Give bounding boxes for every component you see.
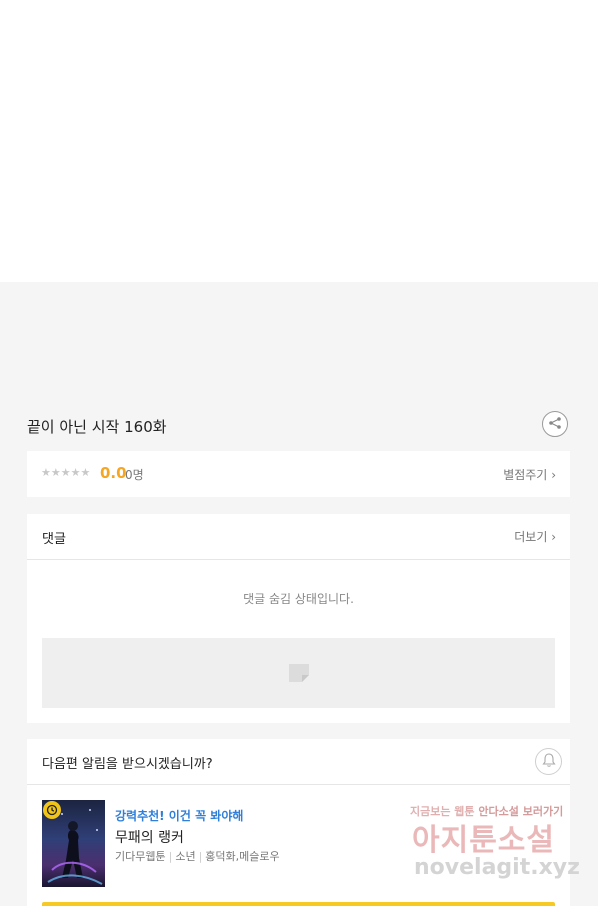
episode-title: 끝이 아닌 시작 160화 — [27, 418, 167, 436]
rating-votes: 0명 — [125, 468, 144, 482]
comment-header: 댓글 더보기 › — [27, 514, 570, 560]
comments-hidden-message: 댓글 숨김 상태입니다. — [243, 592, 354, 606]
rate-button-label: 별점주기 — [503, 468, 548, 482]
subscribe-button-edge[interactable] — [42, 902, 555, 906]
meta-divider: | — [168, 850, 173, 863]
rate-button[interactable]: 별점주기 › — [503, 466, 556, 483]
recommended-work-title[interactable]: 무패의 랭커 — [115, 827, 184, 847]
rating-stars: ★★★★★ — [41, 466, 91, 479]
work-category: 소년 — [175, 850, 196, 863]
alert-header: 다음편 알림을 받으시겠습니까? — [27, 739, 570, 785]
meta-divider: | — [198, 850, 203, 863]
chevron-right-icon: › — [551, 468, 556, 482]
comment-card: 댓글 더보기 › 댓글 숨김 상태입니다. — [27, 514, 570, 723]
alert-toggle-button[interactable] — [535, 748, 562, 775]
more-button-label: 더보기 — [514, 530, 548, 544]
work-genre: 기다무웹툰 — [115, 850, 166, 863]
recommended-work-thumbnail[interactable] — [42, 800, 105, 887]
comment-input-box[interactable] — [42, 638, 555, 708]
comment-title: 댓글 — [42, 532, 66, 547]
recommendation-promo: 강력추천! 이건 꼭 봐야해 — [115, 809, 244, 823]
share-button[interactable] — [542, 411, 568, 437]
recommended-work-meta: 기다무웹툰 | 소년 | 홍덕화,메슬로우 — [115, 848, 280, 864]
alert-title: 다음편 알림을 받으시겠습니까? — [42, 757, 213, 772]
more-comments-button[interactable]: 더보기 › — [514, 528, 556, 545]
rating-card: ★★★★★ 0.0 0명 별점주기 › — [27, 451, 570, 497]
work-authors: 홍덕화,메슬로우 — [205, 850, 280, 863]
chevron-right-icon: › — [551, 530, 556, 544]
cover-art — [47, 809, 103, 885]
content-image-area — [0, 0, 598, 282]
bell-icon — [541, 752, 557, 772]
share-icon — [548, 415, 562, 434]
comment-icon — [288, 663, 310, 683]
next-episode-alert-card: 다음편 알림을 받으시겠습니까? 강력추천! 이건 꼭 봐야해 무패의 랭커 기… — [27, 739, 570, 906]
rating-score: 0.0 — [100, 464, 127, 482]
